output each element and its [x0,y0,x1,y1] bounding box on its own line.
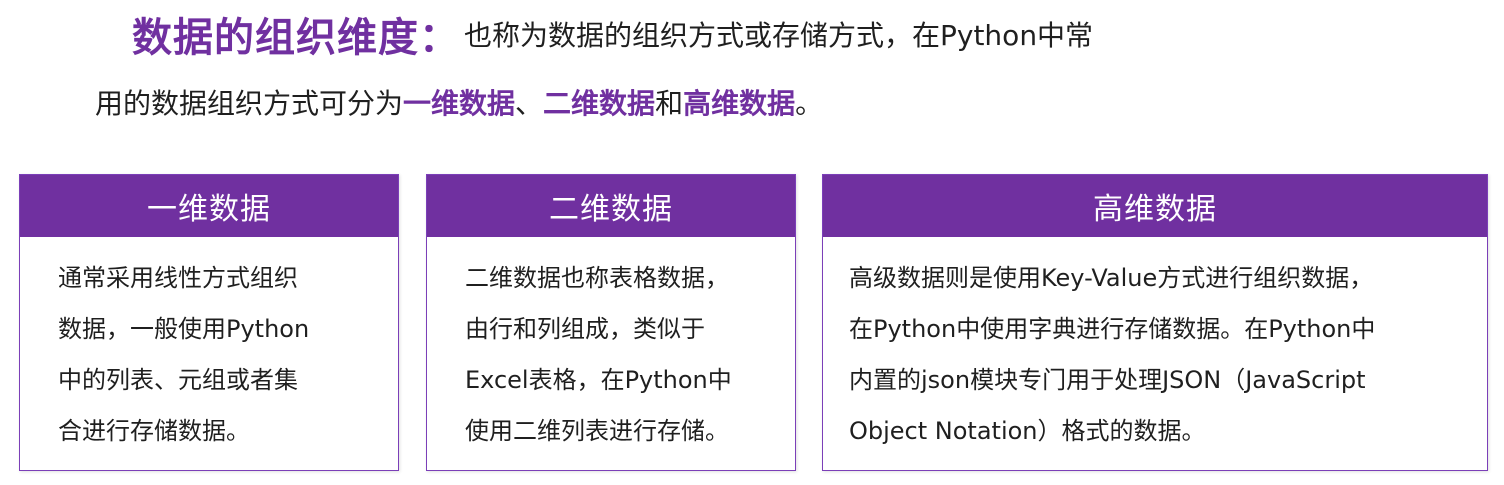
card-high-dimensional: 高维数据 高级数据则是使用Key-Value方式进行组织数据， 在Python中… [822,174,1488,471]
term-one-dimensional: 一维数据 [403,87,516,120]
card-text-line: 在Python中使用字典进行存储数据。在Python中 [849,315,1376,343]
card-text-line: Excel表格，在Python中 [465,366,732,394]
intro-line-1: 数据的组织维度： 也称为数据的组织方式或存储方式，在Python中常 [132,4,1093,64]
card-title: 高维数据 [823,175,1487,237]
card-two-dimensional: 二维数据 二维数据也称表格数据， 由行和列组成，类似于 Excel表格，在Pyt… [426,174,796,471]
intro-text-line-2: 用的数据组织方式可分为 [95,87,404,120]
term-high-dimensional: 高维数据 [683,87,796,120]
card-text-line: 内置的json模块专门用于处理JSON（JavaScript [849,366,1366,394]
intro-text-line-1: 也称为数据的组织方式或存储方式，在Python中常 [464,19,1094,52]
card-one-dimensional: 一维数据 通常采用线性方式组织 数据，一般使用Python 中的列表、元组或者集… [19,174,399,471]
card-text-line: 由行和列组成，类似于 [465,315,705,343]
card-text-line: 中的列表、元组或者集 [58,366,298,394]
card-text-line: Object Notation）格式的数据。 [849,417,1206,445]
card-body: 二维数据也称表格数据， 由行和列组成，类似于 Excel表格，在Python中 … [427,237,795,457]
card-text-line: 二维数据也称表格数据， [465,264,729,292]
card-text-line: 高级数据则是使用Key-Value方式进行组织数据， [849,264,1374,292]
separator-and: 和 [655,87,684,120]
card-text-line: 数据，一般使用Python [58,315,310,343]
card-text-line: 通常采用线性方式组织 [58,264,298,292]
intro-line-2: 用的数据组织方式可分为 一维数据、二维数据和高维数据。 [95,76,823,128]
section-heading: 数据的组织维度： [132,15,460,61]
sentence-end: 。 [795,87,824,120]
card-title: 二维数据 [427,175,795,237]
card-title: 一维数据 [20,175,398,237]
card-body: 高级数据则是使用Key-Value方式进行组织数据， 在Python中使用字典进… [823,237,1487,457]
term-two-dimensional: 二维数据 [543,87,656,120]
card-text-line: 合进行存储数据。 [58,417,250,445]
card-body: 通常采用线性方式组织 数据，一般使用Python 中的列表、元组或者集 合进行存… [20,237,398,457]
separator-comma: 、 [515,87,544,120]
card-text-line: 使用二维列表进行存储。 [465,417,729,445]
